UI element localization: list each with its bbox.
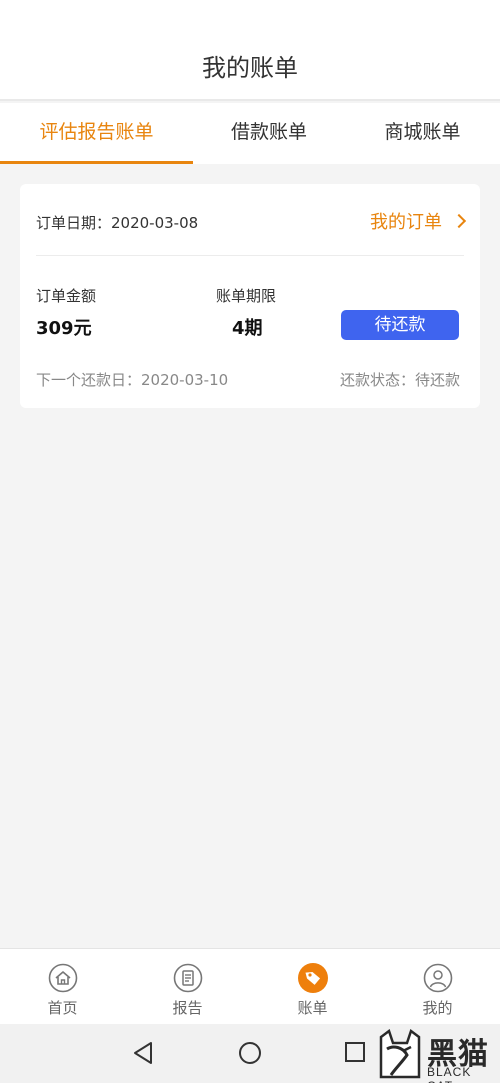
- nav-label-report: 报告: [172, 999, 203, 1017]
- nav-label-bill: 账单: [297, 999, 328, 1017]
- order-amount-value: 309元: [36, 318, 92, 339]
- bill-tabs: 评估报告账单 借款账单 商城账单: [0, 103, 500, 164]
- top-header: 我的账单: [0, 0, 500, 101]
- order-amount-label: 订单金额: [36, 287, 97, 305]
- nav-item-mine[interactable]: 我的: [375, 949, 500, 1024]
- home-icon: [48, 963, 77, 993]
- bill-tag-icon: [297, 963, 328, 993]
- bottom-nav: 首页 报告 账单 我的: [0, 948, 500, 1024]
- nav-item-home[interactable]: 首页: [0, 949, 125, 1024]
- divider: [36, 255, 464, 256]
- nav-label-home: 首页: [47, 999, 78, 1017]
- bill-card: 订单日期：2020-03-08 我的订单 订单金额 309元 账单期限 4期 待…: [20, 184, 480, 408]
- watermark-en-text: BLACK CAT: [427, 1065, 472, 1083]
- nav-item-report[interactable]: 报告: [125, 949, 250, 1024]
- my-order-link[interactable]: 我的订单: [370, 208, 468, 234]
- pending-repayment-button[interactable]: 待还款: [341, 310, 459, 340]
- tab-loan-bill[interactable]: 借款账单: [193, 103, 345, 164]
- tab-mall-bill[interactable]: 商城账单: [345, 103, 500, 164]
- nav-label-mine: 我的: [422, 999, 453, 1017]
- recents-square-icon[interactable]: [344, 1041, 366, 1063]
- repayment-status: 还款状态：待还款: [339, 371, 460, 389]
- report-icon: [173, 963, 202, 993]
- next-due-date: 下一个还款日：2020-03-10: [36, 371, 229, 389]
- my-order-label: 我的订单: [370, 212, 442, 233]
- page-title: 我的账单: [202, 54, 298, 82]
- tab-assessment-report-bill[interactable]: 评估报告账单: [0, 103, 193, 164]
- bill-period-label: 账单期限: [216, 287, 277, 305]
- user-icon: [423, 963, 452, 993]
- bill-period-value: 4期: [232, 318, 263, 339]
- order-date: 订单日期：2020-03-08: [36, 214, 199, 232]
- chevron-right-icon: [451, 213, 467, 229]
- home-circle-icon[interactable]: [238, 1041, 262, 1065]
- black-cat-logo-icon: [379, 1029, 421, 1079]
- nav-item-bill[interactable]: 账单: [250, 949, 375, 1024]
- black-cat-watermark: 黑猫 BLACK CAT: [373, 1027, 498, 1083]
- back-triangle-icon[interactable]: [132, 1041, 154, 1065]
